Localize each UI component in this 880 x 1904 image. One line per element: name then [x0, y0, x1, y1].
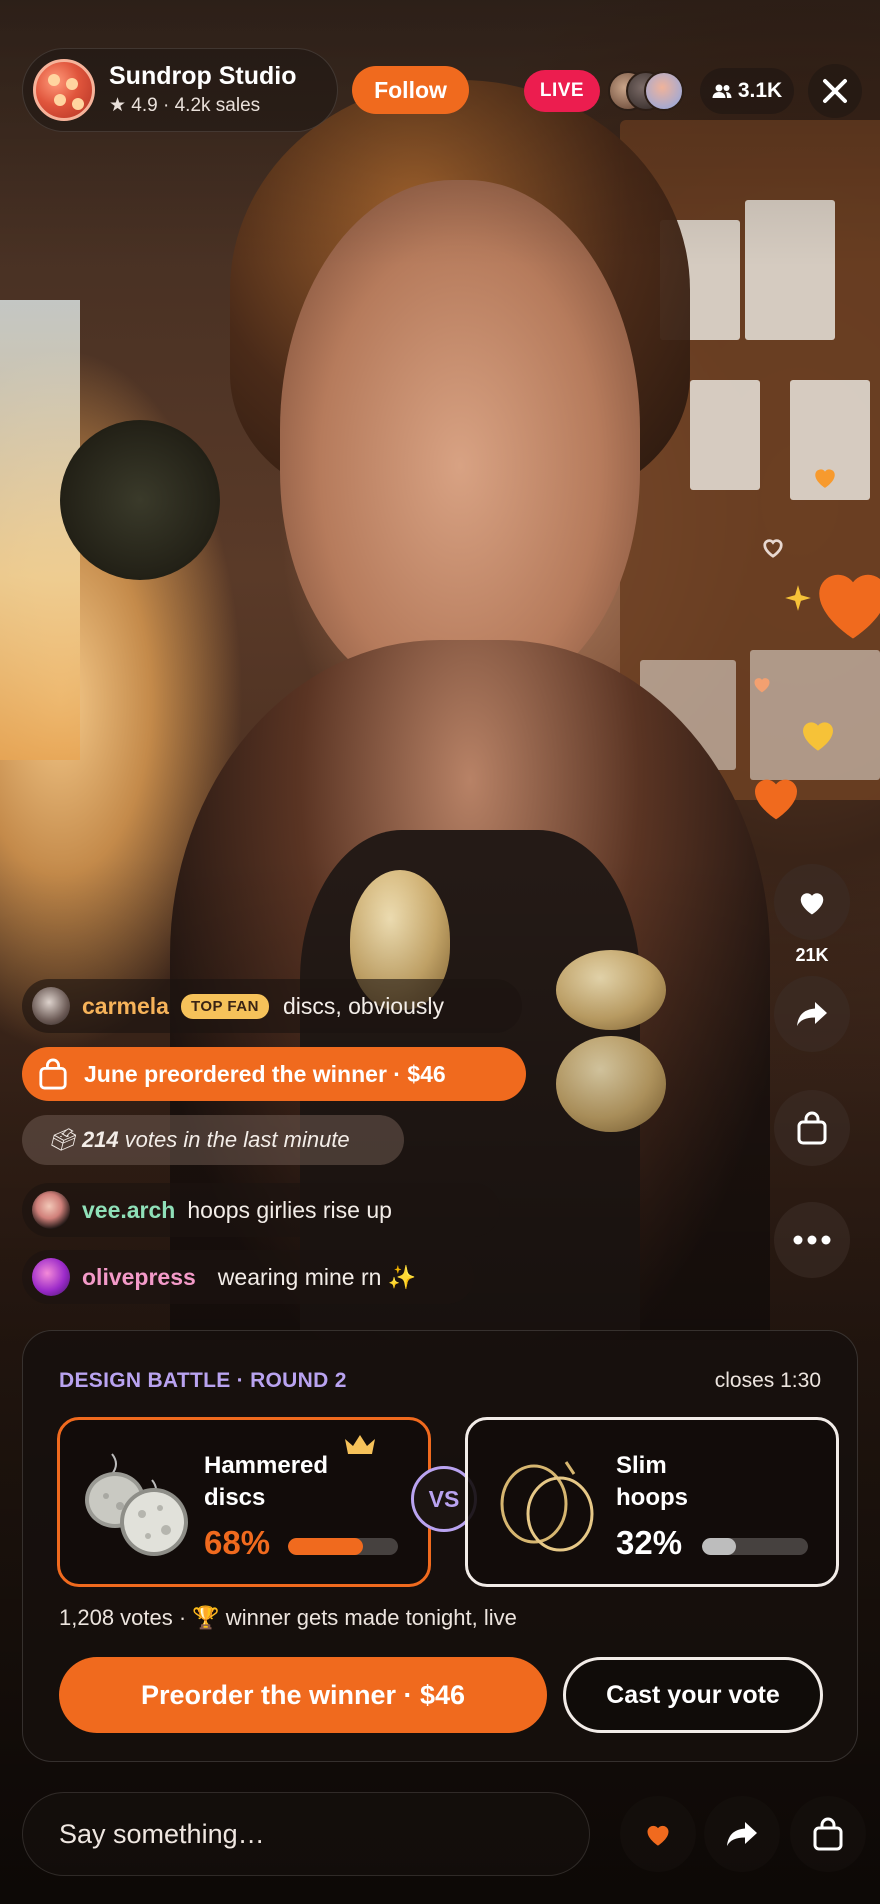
comment-text: discs, obviously	[282, 992, 445, 1019]
chat-comment: olivepress wearing mine rn ✨	[22, 1250, 474, 1304]
option-progress-bar	[288, 1538, 398, 1555]
close-icon	[823, 79, 847, 103]
close-button[interactable]	[808, 64, 862, 118]
comment-username[interactable]: olivepress	[82, 1264, 196, 1291]
sparkle-icon	[785, 585, 811, 611]
floating-heart-icon	[763, 539, 783, 558]
vote-activity-pill: 🗳 214 votes in the last minute	[22, 1115, 404, 1165]
viewer-avatars[interactable]	[608, 71, 698, 111]
hammered-discs-image	[85, 1453, 188, 1556]
preorder-notification-text: June preordered the winner · $46	[84, 1060, 446, 1087]
floating-heart-icon	[815, 469, 835, 488]
crown-icon	[345, 1435, 375, 1454]
top-fan-badge: TOP FAN	[180, 993, 269, 1019]
option-name: Hammered discs	[204, 1452, 329, 1511]
preorder-winner-button[interactable]: Preorder the winner · $46	[59, 1657, 547, 1733]
shop-button-bottom[interactable]	[790, 1796, 866, 1872]
heart-icon	[800, 893, 824, 915]
floating-heart-icon	[803, 722, 833, 751]
like-button[interactable]	[774, 864, 850, 940]
floating-heart-icon	[819, 574, 880, 639]
more-button[interactable]	[774, 1202, 850, 1278]
battle-footer: 1,208 votes · 🏆 winner gets made tonight…	[59, 1605, 517, 1630]
comment-text: hoops girlies rise up	[187, 1196, 392, 1223]
ballot-icon: 🗳	[48, 1127, 76, 1152]
viewer-avatar	[644, 71, 684, 111]
option-progress-bar	[702, 1538, 808, 1555]
comment-username[interactable]: carmela	[82, 993, 169, 1020]
people-icon	[712, 84, 732, 98]
cast-vote-button[interactable]: Cast your vote	[563, 1657, 823, 1733]
shop-button[interactable]	[774, 1090, 850, 1166]
viewer-count-value: 3.1K	[737, 79, 783, 102]
floating-heart-icon	[754, 678, 770, 693]
host-rating: ★ 4.9 · 4.2k sales	[109, 95, 261, 116]
commenter-avatar	[32, 1191, 70, 1229]
battle-option-slim-hoops[interactable]: Slim hoops 32%	[465, 1417, 839, 1587]
preorder-notification: June preordered the winner · $46	[22, 1047, 526, 1101]
battle-countdown: closes 1:30	[714, 1369, 821, 1392]
share-icon	[727, 1822, 757, 1846]
comment-username[interactable]: vee.arch	[82, 1197, 175, 1224]
comment-text: wearing mine rn ✨	[217, 1263, 417, 1290]
option-progress-fill	[288, 1538, 363, 1555]
follow-button[interactable]: Follow	[352, 66, 469, 114]
chat-comment: vee.arch hoops girlies rise up	[22, 1183, 500, 1237]
slim-hoops-image	[500, 1461, 594, 1552]
shopping-bag-icon	[797, 1111, 827, 1145]
shopping-bag-icon	[39, 1058, 67, 1090]
floating-heart-icon	[755, 779, 797, 820]
comment-input[interactable]: Say something…	[22, 1792, 590, 1876]
host-pill[interactable]: Sundrop Studio ★ 4.9 · 4.2k sales	[22, 48, 338, 132]
more-icon	[793, 1235, 831, 1245]
chat-comment: carmela TOP FAN discs, obviously	[22, 979, 522, 1033]
vote-activity-count: 214	[81, 1127, 119, 1152]
comment-input-placeholder: Say something…	[59, 1818, 265, 1849]
viewer-count[interactable]: 3.1K	[700, 68, 794, 114]
battle-title: DESIGN BATTLE · ROUND 2	[59, 1369, 347, 1392]
like-count: 21K	[795, 945, 829, 965]
commenter-avatar	[32, 1258, 70, 1296]
host-name: Sundrop Studio	[109, 62, 297, 90]
host-avatar	[33, 59, 95, 121]
commenter-avatar	[32, 987, 70, 1025]
shopping-bag-icon	[813, 1817, 843, 1851]
option-name: Slim hoops	[616, 1452, 688, 1511]
share-button[interactable]	[774, 976, 850, 1052]
share-button-bottom[interactable]	[704, 1796, 780, 1872]
live-badge: LIVE	[524, 70, 600, 112]
vote-activity-text: votes in the last minute	[124, 1127, 350, 1152]
design-battle-card: DESIGN BATTLE · ROUND 2 closes 1:30 Hamm…	[22, 1330, 858, 1762]
option-percent: 32%	[616, 1524, 683, 1561]
send-heart-button[interactable]	[620, 1796, 696, 1872]
heart-icon	[647, 1825, 669, 1846]
option-percent: 68%	[204, 1524, 271, 1561]
share-icon	[797, 1002, 827, 1026]
option-progress-fill	[702, 1538, 736, 1555]
